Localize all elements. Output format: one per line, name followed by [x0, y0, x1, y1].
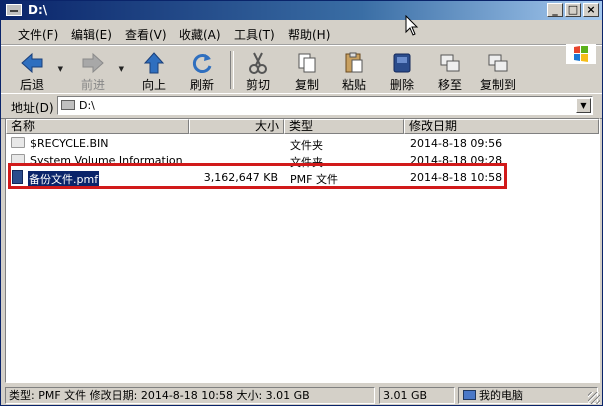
scissors-icon — [249, 52, 267, 74]
file-type: 文件夹 — [290, 139, 323, 152]
close-button[interactable]: × — [583, 3, 599, 17]
forward-button[interactable]: 前进 ▼ — [72, 49, 124, 93]
toolbar-separator — [230, 51, 234, 89]
up-button[interactable]: 向上 — [133, 49, 175, 93]
delete-icon — [393, 53, 411, 73]
refresh-button[interactable]: 刷新 — [181, 49, 223, 93]
status-bar: 类型: PMF 文件 修改日期: 2014-8-18 10:58 大小: 3.0… — [1, 385, 602, 405]
copy-button[interactable]: 复制 — [286, 49, 328, 93]
title-bar[interactable]: D:\ _ □ × — [1, 1, 602, 20]
menu-file[interactable]: 文件(F) — [18, 26, 58, 43]
file-modified: 2014-8-18 09:56 — [410, 137, 503, 150]
column-header-type[interactable]: 类型 — [284, 119, 404, 134]
paste-button[interactable]: 粘贴 — [333, 49, 375, 93]
column-header-modified[interactable]: 修改日期 — [404, 119, 599, 134]
copy-icon — [298, 53, 316, 73]
address-dropdown-button[interactable]: ▼ — [576, 98, 591, 113]
address-bar: 地址(D) D:\ ▼ — [1, 93, 602, 119]
cut-button[interactable]: 剪切 — [237, 49, 279, 93]
drive-icon — [61, 100, 75, 110]
address-input[interactable]: D:\ ▼ — [57, 96, 593, 115]
file-row[interactable]: $RECYCLE.BIN 文件夹 2014-8-18 09:56 — [6, 136, 599, 152]
column-header-name[interactable]: 名称 — [6, 119, 189, 134]
refresh-icon — [192, 54, 212, 73]
back-arrow-icon — [21, 52, 43, 74]
move-to-icon — [440, 54, 460, 72]
highlight-box — [8, 163, 507, 189]
up-arrow-icon — [143, 52, 165, 74]
status-info: 类型: PMF 文件 修改日期: 2014-8-18 10:58 大小: 3.0… — [5, 387, 375, 404]
paste-icon — [345, 52, 363, 73]
copy-to-icon — [488, 54, 508, 72]
forward-dropdown-icon[interactable]: ▼ — [119, 65, 124, 73]
window-title: D:\ — [28, 3, 48, 17]
column-header-size[interactable]: 大小 — [189, 119, 284, 134]
file-name: $RECYCLE.BIN — [30, 137, 109, 150]
menu-tools[interactable]: 工具(T) — [234, 26, 275, 43]
file-list[interactable]: 名称 大小 类型 修改日期 $RECYCLE.BIN 文件夹 2014-8-18… — [5, 118, 600, 383]
my-computer-icon — [463, 390, 476, 400]
forward-arrow-icon — [82, 52, 104, 74]
menu-favorites[interactable]: 收藏(A) — [179, 26, 221, 43]
maximize-button[interactable]: □ — [565, 3, 581, 17]
explorer-window: D:\ _ □ × 文件(F) 编辑(E) 查看(V) 收藏(A) 工具(T) … — [0, 0, 603, 406]
address-value: D:\ — [79, 99, 95, 112]
back-dropdown-icon[interactable]: ▼ — [58, 65, 63, 73]
status-location-panel: 我的电脑 — [458, 387, 598, 404]
menu-help[interactable]: 帮助(H) — [288, 26, 330, 43]
move-to-button[interactable]: 移至 — [429, 49, 471, 93]
status-location: 我的电脑 — [479, 389, 523, 402]
minimize-button[interactable]: _ — [547, 3, 563, 17]
drive-icon — [6, 4, 22, 16]
address-label: 地址(D) — [11, 101, 54, 115]
delete-button[interactable]: 删除 — [381, 49, 423, 93]
back-button[interactable]: 后退 ▼ — [11, 49, 63, 93]
folder-icon — [11, 137, 25, 148]
toolbar: 后退 ▼ 前进 ▼ 向上 刷新 剪切 复制 粘贴 删除 移至 复制到 — [1, 45, 602, 94]
status-size: 3.01 GB — [379, 387, 455, 404]
menu-bar: 文件(F) 编辑(E) 查看(V) 收藏(A) 工具(T) 帮助(H) — [1, 22, 602, 64]
copy-to-button[interactable]: 复制到 — [477, 49, 519, 93]
mouse-cursor-icon — [405, 15, 419, 36]
menu-view[interactable]: 查看(V) — [125, 26, 167, 43]
resize-grip[interactable] — [588, 392, 600, 404]
menu-edit[interactable]: 编辑(E) — [71, 26, 112, 43]
